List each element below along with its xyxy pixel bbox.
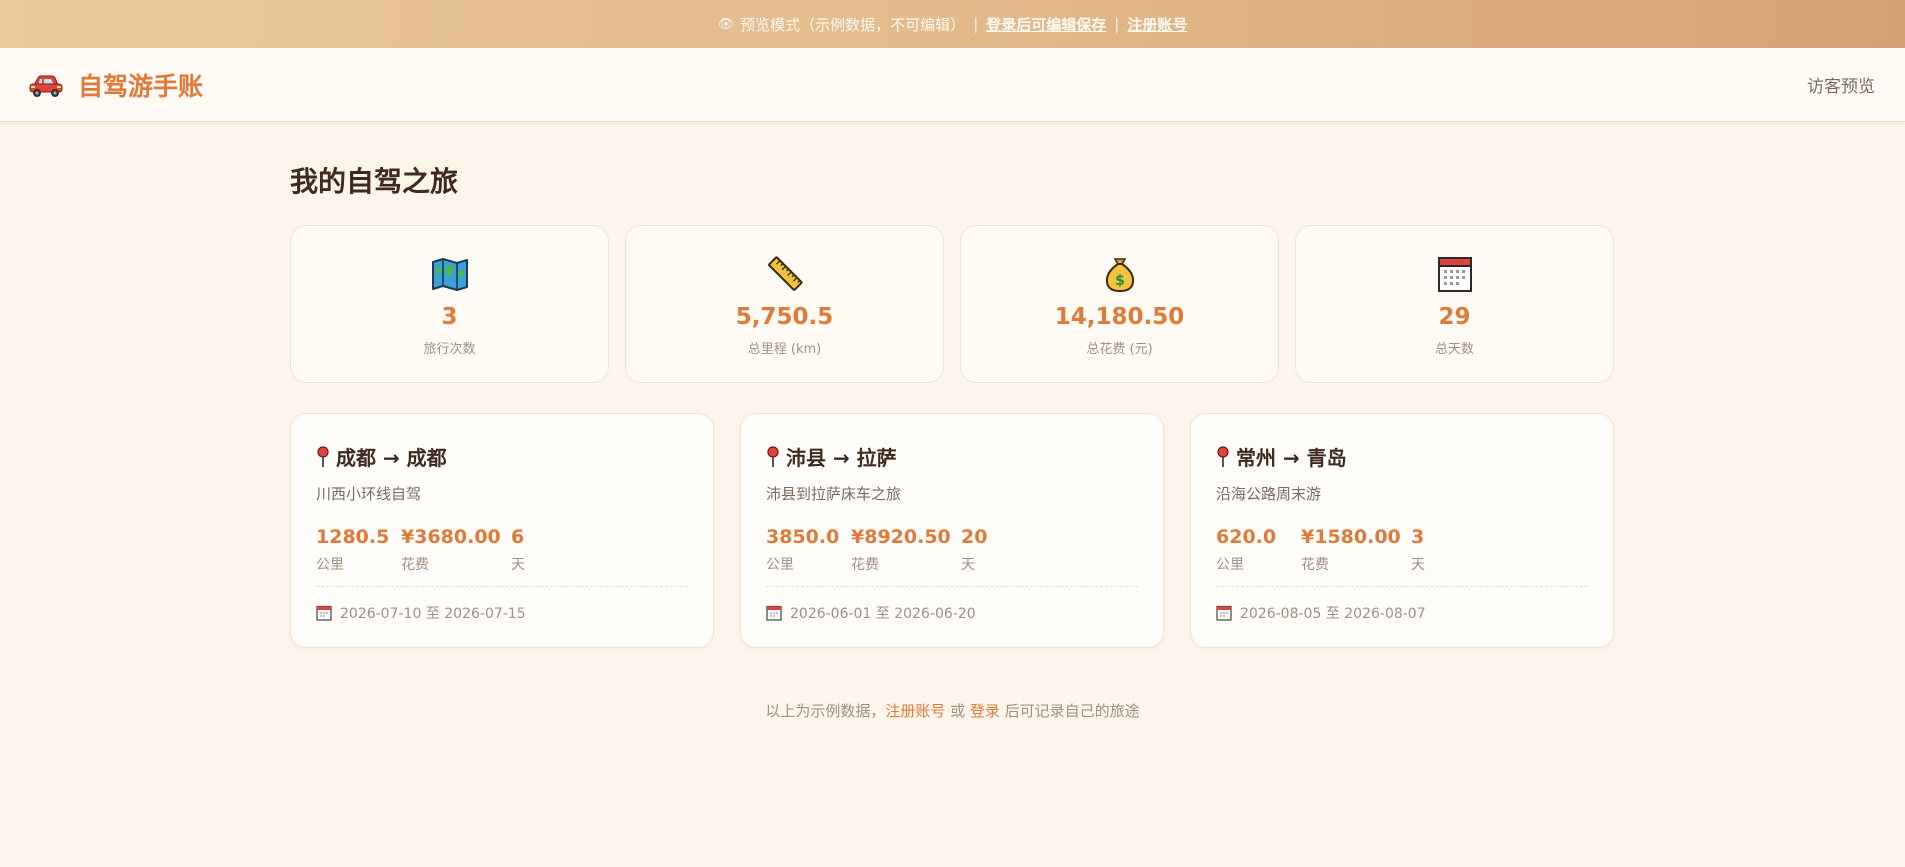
trip-description: 沛县到拉萨床车之旅 xyxy=(766,485,902,503)
days-unit: 天 xyxy=(961,557,975,573)
svg-text:$: $ xyxy=(1115,273,1125,289)
days-unit: 天 xyxy=(511,557,525,573)
trip-card[interactable]: 成都 → 成都 川西小环线自驾 1280.5 公里 ¥3680.00 花费 6 … xyxy=(290,413,714,648)
pin-icon xyxy=(1217,445,1229,467)
login-to-edit-link[interactable]: 登录后可编辑保存 xyxy=(986,14,1106,35)
footer-login-link[interactable]: 登录 xyxy=(970,702,1000,720)
trip-distance: 620.0 公里 xyxy=(1216,526,1301,574)
stat-card-cost: $ 14,180.50 总花费 (元) xyxy=(960,225,1279,383)
trip-days: 6 天 xyxy=(511,526,525,574)
trip-date-range: 2026-06-01 至 2026-06-20 xyxy=(790,606,976,622)
car-icon xyxy=(29,75,63,97)
divider xyxy=(316,586,688,587)
footer-or: 或 xyxy=(945,702,970,720)
brand[interactable]: 自驾游手账 xyxy=(28,67,203,103)
cost-unit: 花费 xyxy=(1301,557,1329,573)
app-header: 自驾游手账 访客预览 xyxy=(0,48,1905,122)
cost-unit: 花费 xyxy=(851,557,879,573)
trip-description: 沿海公路周末游 xyxy=(1216,485,1322,503)
stat-label: 总里程 (km) xyxy=(747,342,822,357)
footer-suffix: 后可记录自己的旅途 xyxy=(999,702,1140,720)
preview-mode-text: 预览模式（示例数据，不可编辑） xyxy=(740,15,966,34)
calendar-icon xyxy=(766,605,782,621)
trip-metrics: 620.0 公里 ¥1580.00 花费 3 天 xyxy=(1216,526,1588,574)
cost-value: ¥8920.50 xyxy=(851,526,951,548)
calendar-icon xyxy=(1437,257,1472,292)
page-title: 我的自驾之旅 xyxy=(290,165,459,198)
map-icon xyxy=(431,258,468,291)
trip-card[interactable]: 沛县 → 拉萨 沛县到拉萨床车之旅 3850.0 公里 ¥8920.50 花费 … xyxy=(740,413,1164,648)
preview-banner: 👁 预览模式（示例数据，不可编辑） | 登录后可编辑保存 | 注册账号 xyxy=(0,0,1905,48)
trip-metrics: 3850.0 公里 ¥8920.50 花费 20 天 xyxy=(766,526,1138,574)
trip-date-range: 2026-08-05 至 2026-08-07 xyxy=(1240,606,1426,622)
cost-unit: 花费 xyxy=(401,557,429,573)
distance-value: 3850.0 xyxy=(766,526,840,548)
stat-card-distance: 5,750.5 总里程 (km) xyxy=(625,225,944,383)
pin-icon xyxy=(317,445,329,467)
trip-route-text: 常州 → 青岛 xyxy=(1236,446,1347,470)
stat-card-days: 29 总天数 xyxy=(1295,225,1614,383)
days-value: 3 xyxy=(1411,526,1425,548)
distance-unit: 公里 xyxy=(1216,557,1244,573)
footer-register-link[interactable]: 注册账号 xyxy=(885,702,945,720)
trip-days: 20 天 xyxy=(961,526,987,574)
days-unit: 天 xyxy=(1411,557,1425,573)
stat-label: 旅行次数 xyxy=(423,342,476,357)
banner-separator: | xyxy=(1114,15,1120,33)
trip-dates: 2026-06-01 至 2026-06-20 xyxy=(766,603,1138,623)
trip-cost: ¥3680.00 花费 xyxy=(401,526,511,574)
trip-cost: ¥1580.00 花费 xyxy=(1301,526,1411,574)
trip-card[interactable]: 常州 → 青岛 沿海公路周末游 620.0 公里 ¥1580.00 花费 3 天 xyxy=(1190,413,1614,648)
footer-prefix: 以上为示例数据， xyxy=(765,702,886,720)
guest-preview-label: 访客预览 xyxy=(1807,77,1875,97)
distance-value: 620.0 xyxy=(1216,526,1277,548)
stat-label: 总花费 (元) xyxy=(1086,342,1153,357)
distance-unit: 公里 xyxy=(316,557,344,573)
stat-value: 14,180.50 xyxy=(1054,304,1185,330)
stat-value: 3 xyxy=(441,304,458,330)
banner-separator: | xyxy=(973,15,979,33)
main-content: 我的自驾之旅 3 旅行次数 5,750.5 总里程 (km) $ 14,180.… xyxy=(290,122,1615,721)
trip-route: 常州 → 青岛 xyxy=(1216,442,1588,471)
trip-dates: 2026-08-05 至 2026-08-07 xyxy=(1216,603,1588,623)
trip-date-range: 2026-07-10 至 2026-07-15 xyxy=(340,606,526,622)
trip-distance: 3850.0 公里 xyxy=(766,526,851,574)
cost-value: ¥3680.00 xyxy=(401,526,501,548)
stats-row: 3 旅行次数 5,750.5 总里程 (km) $ 14,180.50 总花费 … xyxy=(290,225,1615,383)
trip-distance: 1280.5 公里 xyxy=(316,526,401,574)
footer-note: 以上为示例数据，注册账号 或 登录 后可记录自己的旅途 xyxy=(290,700,1615,721)
trip-list: 成都 → 成都 川西小环线自驾 1280.5 公里 ¥3680.00 花费 6 … xyxy=(290,413,1615,648)
trip-metrics: 1280.5 公里 ¥3680.00 花费 6 天 xyxy=(316,526,688,574)
trip-route: 成都 → 成都 xyxy=(316,442,688,471)
calendar-icon xyxy=(1216,605,1232,621)
trip-dates: 2026-07-10 至 2026-07-15 xyxy=(316,603,688,623)
eye-icon: 👁 xyxy=(717,16,735,32)
cost-value: ¥1580.00 xyxy=(1301,526,1401,548)
trip-cost: ¥8920.50 花费 xyxy=(851,526,961,574)
pin-icon xyxy=(767,445,779,467)
divider xyxy=(1216,586,1588,587)
trip-route-text: 成都 → 成都 xyxy=(336,446,447,470)
trip-route-text: 沛县 → 拉萨 xyxy=(786,446,897,470)
money-bag-icon: $ xyxy=(1105,258,1134,293)
register-link[interactable]: 注册账号 xyxy=(1127,14,1187,35)
distance-value: 1280.5 xyxy=(316,526,390,548)
days-value: 6 xyxy=(511,526,525,548)
distance-unit: 公里 xyxy=(766,557,794,573)
ruler-icon xyxy=(767,256,803,291)
trip-route: 沛县 → 拉萨 xyxy=(766,442,1138,471)
days-value: 20 xyxy=(961,526,988,548)
trip-description: 川西小环线自驾 xyxy=(316,485,422,503)
calendar-icon xyxy=(316,605,332,621)
divider xyxy=(766,586,1138,587)
stat-label: 总天数 xyxy=(1434,342,1474,357)
trip-days: 3 天 xyxy=(1411,526,1425,574)
stat-value: 29 xyxy=(1438,304,1471,330)
stat-card-trips: 3 旅行次数 xyxy=(290,225,609,383)
stat-value: 5,750.5 xyxy=(735,304,834,330)
app-title: 自驾游手账 xyxy=(78,71,204,101)
